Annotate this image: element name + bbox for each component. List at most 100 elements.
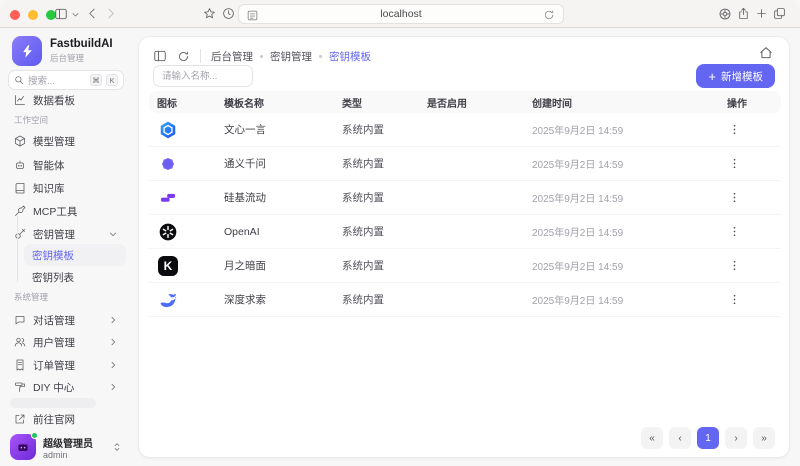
row-actions-menu-icon[interactable] [727, 190, 741, 206]
users-icon [14, 336, 26, 348]
template-name: 硅基流动 [224, 190, 342, 205]
section-label-system: 系统管理 [14, 291, 48, 303]
sidebar-item-orders[interactable]: 订单管理 [6, 354, 126, 376]
sidebar-item-knowledge[interactable]: 知识库 [6, 177, 126, 199]
search-icon [14, 75, 24, 85]
table-row[interactable]: K 月之暗面 系统内置 2025年9月2日 14:59 [149, 249, 781, 283]
col-enabled: 是否启用 [427, 95, 532, 110]
reload-icon[interactable] [543, 9, 556, 22]
sidebar-item-chat[interactable]: 对话管理 [6, 309, 126, 331]
home-icon[interactable] [759, 46, 773, 60]
add-template-button[interactable]: + 新增模板 [696, 64, 775, 88]
sidebar: FastbuildAI 后台管理 搜索... ⌘ K 数据看板 工作空间 模型管… [0, 28, 132, 466]
browser-sidebar-icon[interactable] [54, 7, 68, 21]
table-row[interactable]: OpenAI 系统内置 2025年9月2日 14:59 [149, 215, 781, 249]
first-page-button[interactable]: « [641, 427, 663, 449]
select-chevrons-icon [112, 442, 122, 452]
forward-button[interactable] [104, 7, 118, 21]
back-button[interactable] [86, 7, 100, 21]
cube-icon [14, 135, 26, 147]
breadcrumb-item[interactable]: 后台管理 [211, 49, 253, 64]
user-name: 超级管理员 [43, 435, 105, 450]
new-tab-icon[interactable] [755, 7, 769, 21]
tab-overview-icon[interactable] [773, 7, 787, 21]
breadcrumb-item[interactable]: 密钥管理 [270, 49, 312, 64]
close-window-button[interactable] [10, 10, 20, 20]
created-time: 2025年9月2日 14:59 [532, 258, 727, 273]
user-role: admin [43, 450, 105, 460]
chevron-down-icon [108, 229, 118, 239]
template-name: 通义千问 [224, 156, 342, 171]
qwen-logo-icon [157, 153, 179, 175]
last-page-button[interactable]: » [753, 427, 775, 449]
chevron-right-icon [108, 382, 118, 392]
sidebar-item-dashboard[interactable]: 数据看板 [6, 89, 126, 111]
table-row[interactable]: 文心一言 系统内置 2025年9月2日 14:59 [149, 113, 781, 147]
external-link-icon [14, 413, 26, 425]
address-bar[interactable]: localhost [238, 4, 564, 24]
sidebar-item-mcp[interactable]: MCP工具 [6, 200, 126, 222]
prev-page-button[interactable]: ‹ [669, 427, 691, 449]
sidebar-item-website[interactable]: 前往官网 [6, 408, 126, 430]
current-page-button[interactable]: 1 [697, 427, 719, 449]
refresh-page-icon[interactable] [177, 50, 190, 63]
sidebar-item-model[interactable]: 模型管理 [6, 130, 126, 152]
col-icon: 图标 [157, 95, 224, 110]
faded-menu-item [10, 398, 96, 408]
sidebar-item-agent[interactable]: 智能体 [6, 154, 126, 176]
wenxin-logo-icon [157, 119, 179, 141]
search-placeholder: 搜索... [28, 73, 86, 87]
row-actions-menu-icon[interactable] [727, 292, 741, 308]
breadcrumb: 后台管理 密钥管理 密钥模板 [211, 49, 371, 64]
collapse-panel-icon[interactable] [153, 49, 167, 63]
col-name: 模板名称 [224, 95, 342, 110]
table-row[interactable]: 通义千问 系统内置 2025年9月2日 14:59 [149, 147, 781, 181]
kbd-cmd: ⌘ [90, 74, 102, 86]
sidebar-item-users[interactable]: 用户管理 [6, 331, 126, 353]
section-label-workspace: 工作空间 [14, 114, 48, 126]
sidebar-item-diy[interactable]: DIY 中心 [6, 376, 126, 398]
next-page-button[interactable]: › [725, 427, 747, 449]
window-controls [10, 10, 56, 20]
divider [200, 49, 201, 63]
openai-logo-icon [157, 221, 179, 243]
row-actions-menu-icon[interactable] [727, 258, 741, 274]
chart-icon [14, 94, 26, 106]
row-actions-menu-icon[interactable] [727, 122, 741, 138]
sidebar-item-keys[interactable]: 密钥管理 [6, 223, 126, 245]
breadcrumb-separator [319, 55, 322, 58]
col-actions: 操作 [727, 95, 781, 110]
minimize-window-button[interactable] [28, 10, 38, 20]
receipt-icon [14, 359, 26, 371]
wrench-icon [14, 205, 26, 217]
deepseek-logo-icon [157, 289, 179, 311]
extensions-icon[interactable] [718, 7, 732, 21]
avatar [10, 434, 36, 460]
sidebar-item-key-list[interactable]: 密钥列表 [24, 266, 126, 288]
bookmark-star-icon[interactable] [203, 7, 217, 21]
pagination: « ‹ 1 › » [641, 427, 775, 449]
created-time: 2025年9月2日 14:59 [532, 224, 727, 239]
chat-bubble-icon [14, 314, 26, 326]
table-row[interactable]: 深度求索 系统内置 2025年9月2日 14:59 [149, 283, 781, 317]
key-icon [14, 228, 26, 240]
share-icon[interactable] [737, 7, 751, 21]
name-filter-input[interactable] [153, 65, 253, 87]
col-created: 创建时间 [532, 95, 727, 110]
kbd-k: K [106, 74, 118, 86]
row-actions-menu-icon[interactable] [727, 156, 741, 172]
sidebar-search-input[interactable]: 搜索... ⌘ K [8, 70, 124, 90]
history-clock-icon[interactable] [222, 7, 236, 21]
template-name: OpenAI [224, 226, 342, 238]
table-row[interactable]: 硅基流动 系统内置 2025年9月2日 14:59 [149, 181, 781, 215]
template-name: 文心一言 [224, 122, 342, 137]
submenu-guide-line [17, 216, 18, 282]
chevron-down-icon[interactable] [71, 10, 85, 24]
row-actions-menu-icon[interactable] [727, 224, 741, 240]
reader-view-icon[interactable] [246, 9, 259, 22]
created-time: 2025年9月2日 14:59 [532, 156, 727, 171]
book-icon [14, 182, 26, 194]
user-menu[interactable]: 超级管理员 admin [6, 432, 126, 462]
breadcrumb-current: 密钥模板 [329, 49, 371, 64]
sidebar-item-key-template[interactable]: 密钥模板 [24, 244, 126, 266]
